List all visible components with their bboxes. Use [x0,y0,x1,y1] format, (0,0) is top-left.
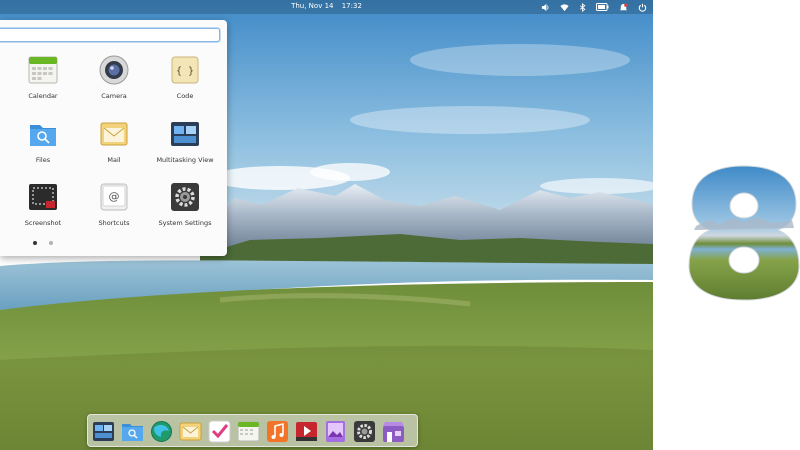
dock-files[interactable] [121,420,144,443]
app-files[interactable]: Files [8,119,78,164]
dock-web-browser[interactable] [150,420,173,443]
system-tray [541,1,647,13]
version-8-logo [688,165,800,301]
applications-menu: Calendar Camera { } Code Files Mail Mult… [0,20,227,256]
code-icon: { } [171,56,199,84]
appcenter-icon [383,422,404,442]
app-calendar[interactable]: Calendar [8,55,78,100]
app-label: Code [176,92,194,100]
page-dot-2[interactable] [49,241,53,245]
app-mail[interactable]: Mail [79,119,149,164]
screenshot-stage: Thu, Nov 14 17:32 Calendar Camera {} Co… [0,0,800,450]
page-dot-1[interactable] [33,241,37,245]
tasks-icon [208,420,231,443]
search-input[interactable] [0,28,220,42]
camera-icon [99,55,129,85]
videos-icon [296,422,317,441]
dock-music[interactable] [266,420,289,443]
app-label: Shortcuts [98,219,130,227]
dock-mail[interactable] [179,420,202,443]
calendar-icon [28,56,58,84]
panel-date: Thu, Nov 14 [291,2,334,10]
dock [87,414,418,447]
app-screenshot[interactable]: Screenshot [8,182,78,227]
app-label: Camera [101,92,127,100]
dock-settings[interactable] [353,420,376,443]
top-panel: Thu, Nov 14 17:32 [0,0,653,14]
dock-appcenter[interactable] [382,420,405,443]
app-label: Files [35,156,51,164]
calendar-icon [237,421,260,442]
multitasking-icon [93,422,114,441]
settings-icon [171,183,199,211]
bluetooth-icon[interactable] [579,2,586,12]
app-label: Mail [107,156,121,164]
app-label: Calendar [28,92,58,100]
desktop: Thu, Nov 14 17:32 Calendar Camera {} Co… [0,0,653,450]
settings-icon [354,421,375,442]
app-label: Multitasking View [156,156,214,164]
app-camera[interactable]: Camera [79,55,149,100]
app-shortcuts[interactable]: @ Shortcuts [79,182,149,227]
app-label: Screenshot [24,219,62,227]
files-icon [30,125,56,146]
dock-videos[interactable] [295,420,318,443]
svg-text:{ }: { } [176,66,194,77]
files-icon [122,424,143,441]
shortcuts-icon: @ [100,183,128,211]
battery-icon[interactable] [596,3,609,11]
screenshot-icon [29,184,57,210]
dock-calendar[interactable] [237,420,260,443]
mail-icon [100,122,128,146]
app-multitasking-view[interactable]: Multitasking View [150,119,220,164]
mail-icon [179,422,202,441]
app-code[interactable]: { } Code [150,55,220,100]
web-browser-icon [151,421,172,442]
multitasking-icon [171,122,199,146]
dock-multitasking[interactable] [92,420,115,443]
power-icon[interactable] [638,3,647,12]
svg-text:@: @ [109,190,120,203]
dock-photos[interactable] [324,420,347,443]
music-icon [267,421,288,442]
app-label: System Settings [158,219,212,227]
app-system-settings[interactable]: System Settings [150,182,220,227]
panel-time: 17:32 [341,2,362,10]
photos-icon [326,421,345,442]
notifications-icon[interactable] [619,3,628,12]
dock-tasks[interactable] [208,420,231,443]
wifi-icon[interactable] [560,3,569,12]
volume-icon[interactable] [541,3,550,12]
